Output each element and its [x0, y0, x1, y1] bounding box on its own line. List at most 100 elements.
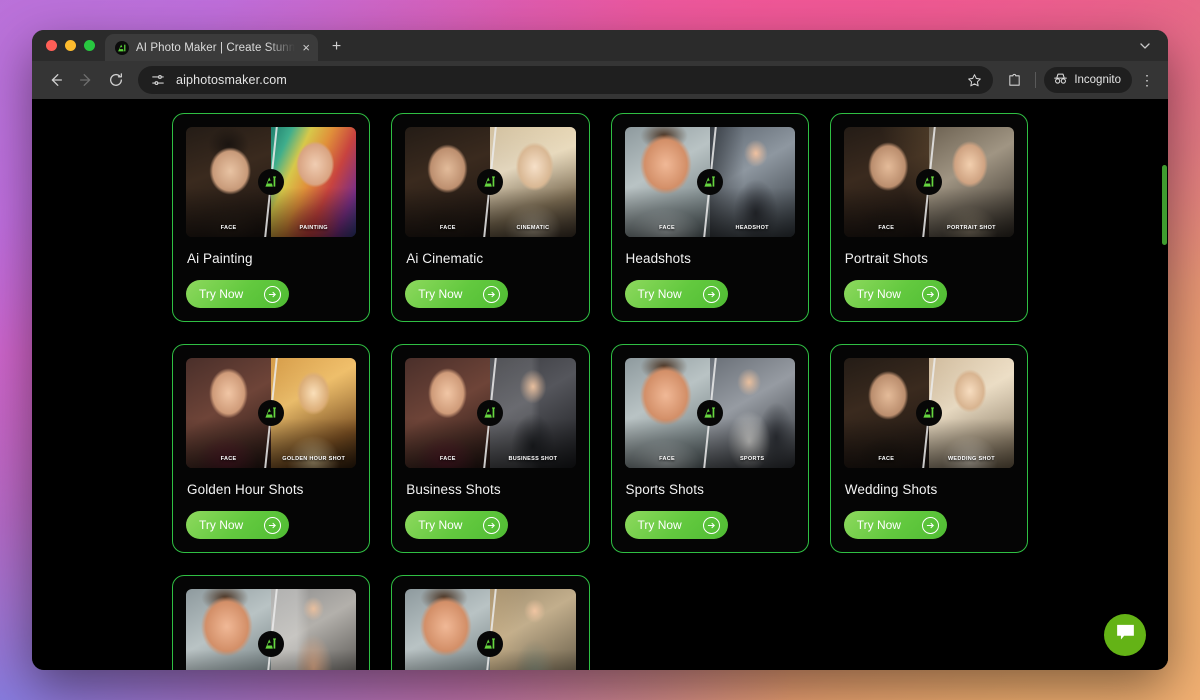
style-card[interactable]: FACE FORMAL Try Now	[391, 575, 590, 670]
style-card[interactable]: FACE CINEMATIC Ai Cinematic Try Now	[391, 113, 590, 322]
try-now-label: Try Now	[199, 287, 244, 301]
chat-widget-button[interactable]	[1104, 614, 1146, 656]
kebab-menu-icon[interactable]: ⋮	[1136, 73, 1158, 87]
tab-strip: AI Photo Maker | Create Stunn × +	[32, 30, 1168, 61]
toolbar-divider	[1035, 72, 1037, 88]
ai-badge-icon	[915, 169, 942, 195]
before-after-thumbnail: FACE SPORTS	[624, 358, 795, 468]
style-card[interactable]: FACE WEDDING SHOT Wedding Shots Try Now	[829, 344, 1028, 553]
before-label: FACE	[659, 456, 675, 462]
window-traffic-lights[interactable]	[42, 40, 105, 61]
try-now-button[interactable]: Try Now	[186, 280, 289, 308]
style-card[interactable]: FACE PORTRAIT SHOT Portrait Shots Try No…	[829, 113, 1028, 322]
try-now-button[interactable]: Try Now	[405, 280, 509, 308]
puzzle-icon[interactable]	[1001, 67, 1027, 93]
page-scrollbar[interactable]	[1161, 99, 1168, 670]
after-label: PORTRAIT SHOT	[947, 225, 996, 231]
incognito-label: Incognito	[1074, 74, 1121, 86]
before-after-thumbnail: FACE GYM	[186, 589, 357, 670]
chevron-down-icon[interactable]	[1132, 36, 1158, 56]
card-title: Ai Painting	[187, 251, 253, 266]
style-card[interactable]: FACE PAINTING Ai Painting Try Now	[172, 113, 371, 322]
before-label: FACE	[659, 225, 675, 231]
try-now-button[interactable]: Try Now	[843, 511, 947, 539]
ai-badge-icon	[258, 400, 285, 426]
page-viewport: FACE PAINTING Ai Painting Try Now FACE C…	[32, 99, 1168, 670]
after-label: CINEMATIC	[516, 225, 550, 231]
before-after-thumbnail: FACE PAINTING	[186, 127, 357, 237]
after-image: FORMAL	[490, 589, 576, 670]
card-title: Business Shots	[406, 482, 501, 497]
address-bar[interactable]: aiphotosmaker.com	[138, 66, 994, 94]
before-after-thumbnail: FACE PORTRAIT SHOT	[843, 127, 1014, 237]
incognito-icon	[1053, 72, 1068, 88]
after-label: PAINTING	[299, 225, 328, 231]
browser-tab[interactable]: AI Photo Maker | Create Stunn ×	[105, 34, 318, 61]
reload-button[interactable]	[102, 66, 130, 94]
try-now-button[interactable]: Try Now	[843, 280, 947, 308]
url-text[interactable]: aiphotosmaker.com	[176, 73, 952, 87]
star-icon[interactable]	[961, 67, 987, 93]
after-label: GOLDEN HOUR SHOT	[282, 456, 346, 462]
ai-badge-icon	[915, 400, 942, 426]
before-after-thumbnail: FACE HEADSHOT	[624, 127, 795, 237]
scrollbar-thumb[interactable]	[1162, 165, 1167, 245]
try-now-button[interactable]: Try Now	[624, 511, 728, 539]
style-card[interactable]: FACE GOLDEN HOUR SHOT Golden Hour Shots …	[172, 344, 371, 553]
chat-bubble-icon	[1115, 623, 1136, 647]
incognito-indicator[interactable]: Incognito	[1044, 67, 1132, 93]
arrow-right-circle-icon	[702, 516, 720, 534]
before-image: FACE	[405, 589, 491, 670]
try-now-label: Try Now	[199, 518, 244, 532]
style-card[interactable]: FACE GYM Try Now	[172, 575, 371, 670]
window-minimize-button[interactable]	[65, 40, 76, 51]
arrow-right-circle-icon	[921, 285, 939, 303]
new-tab-button[interactable]: +	[318, 39, 351, 61]
before-after-thumbnail: FACE BUSINESS SHOT	[405, 358, 576, 468]
back-button[interactable]	[42, 66, 70, 94]
before-label: FACE	[878, 225, 895, 231]
try-now-button[interactable]: Try Now	[186, 511, 289, 539]
style-card[interactable]: FACE BUSINESS SHOT Business Shots Try No…	[391, 344, 590, 553]
window-close-button[interactable]	[46, 40, 57, 51]
try-now-label: Try Now	[418, 287, 463, 301]
ai-badge-icon	[477, 169, 504, 195]
ai-badge-icon	[696, 400, 723, 426]
ai-badge-icon	[477, 400, 504, 426]
tab-close-icon[interactable]: ×	[302, 41, 310, 54]
before-label: FACE	[220, 456, 237, 462]
arrow-right-circle-icon	[702, 285, 720, 303]
after-label: SPORTS	[739, 456, 765, 462]
before-after-thumbnail: FACE GOLDEN HOUR SHOT	[186, 358, 357, 468]
ai-badge-icon	[258, 169, 285, 195]
arrow-right-circle-icon	[483, 285, 501, 303]
arrow-right-circle-icon	[921, 516, 939, 534]
ai-badge-icon	[258, 631, 285, 657]
window-maximize-button[interactable]	[84, 40, 95, 51]
browser-window: AI Photo Maker | Create Stunn × + aiphot…	[32, 30, 1168, 670]
tune-icon[interactable]	[149, 71, 167, 89]
before-after-thumbnail: FACE CINEMATIC	[405, 127, 576, 237]
arrow-right-circle-icon	[264, 285, 281, 303]
after-label: WEDDING SHOT	[947, 456, 995, 462]
card-title: Headshots	[625, 251, 691, 266]
style-card[interactable]: FACE HEADSHOT Headshots Try Now	[610, 113, 809, 322]
ai-badge-icon	[696, 169, 723, 195]
try-now-label: Try Now	[418, 518, 463, 532]
arrow-right-circle-icon	[264, 516, 281, 534]
try-now-button[interactable]: Try Now	[405, 511, 509, 539]
browser-toolbar: aiphotosmaker.com Incognito ⋮	[32, 61, 1168, 99]
before-image: FACE	[186, 589, 272, 670]
try-now-button[interactable]: Try Now	[624, 280, 728, 308]
card-title: Ai Cinematic	[406, 251, 484, 266]
try-now-label: Try Now	[856, 287, 901, 301]
before-label: FACE	[220, 225, 237, 231]
forward-button[interactable]	[72, 66, 100, 94]
after-image: GYM	[271, 589, 357, 670]
before-label: FACE	[878, 456, 895, 462]
style-card[interactable]: FACE SPORTS Sports Shots Try Now	[610, 344, 809, 553]
before-label: FACE	[439, 225, 456, 231]
before-after-thumbnail: FACE FORMAL	[405, 589, 576, 670]
try-now-label: Try Now	[637, 518, 682, 532]
ai-badge-icon	[477, 631, 504, 657]
